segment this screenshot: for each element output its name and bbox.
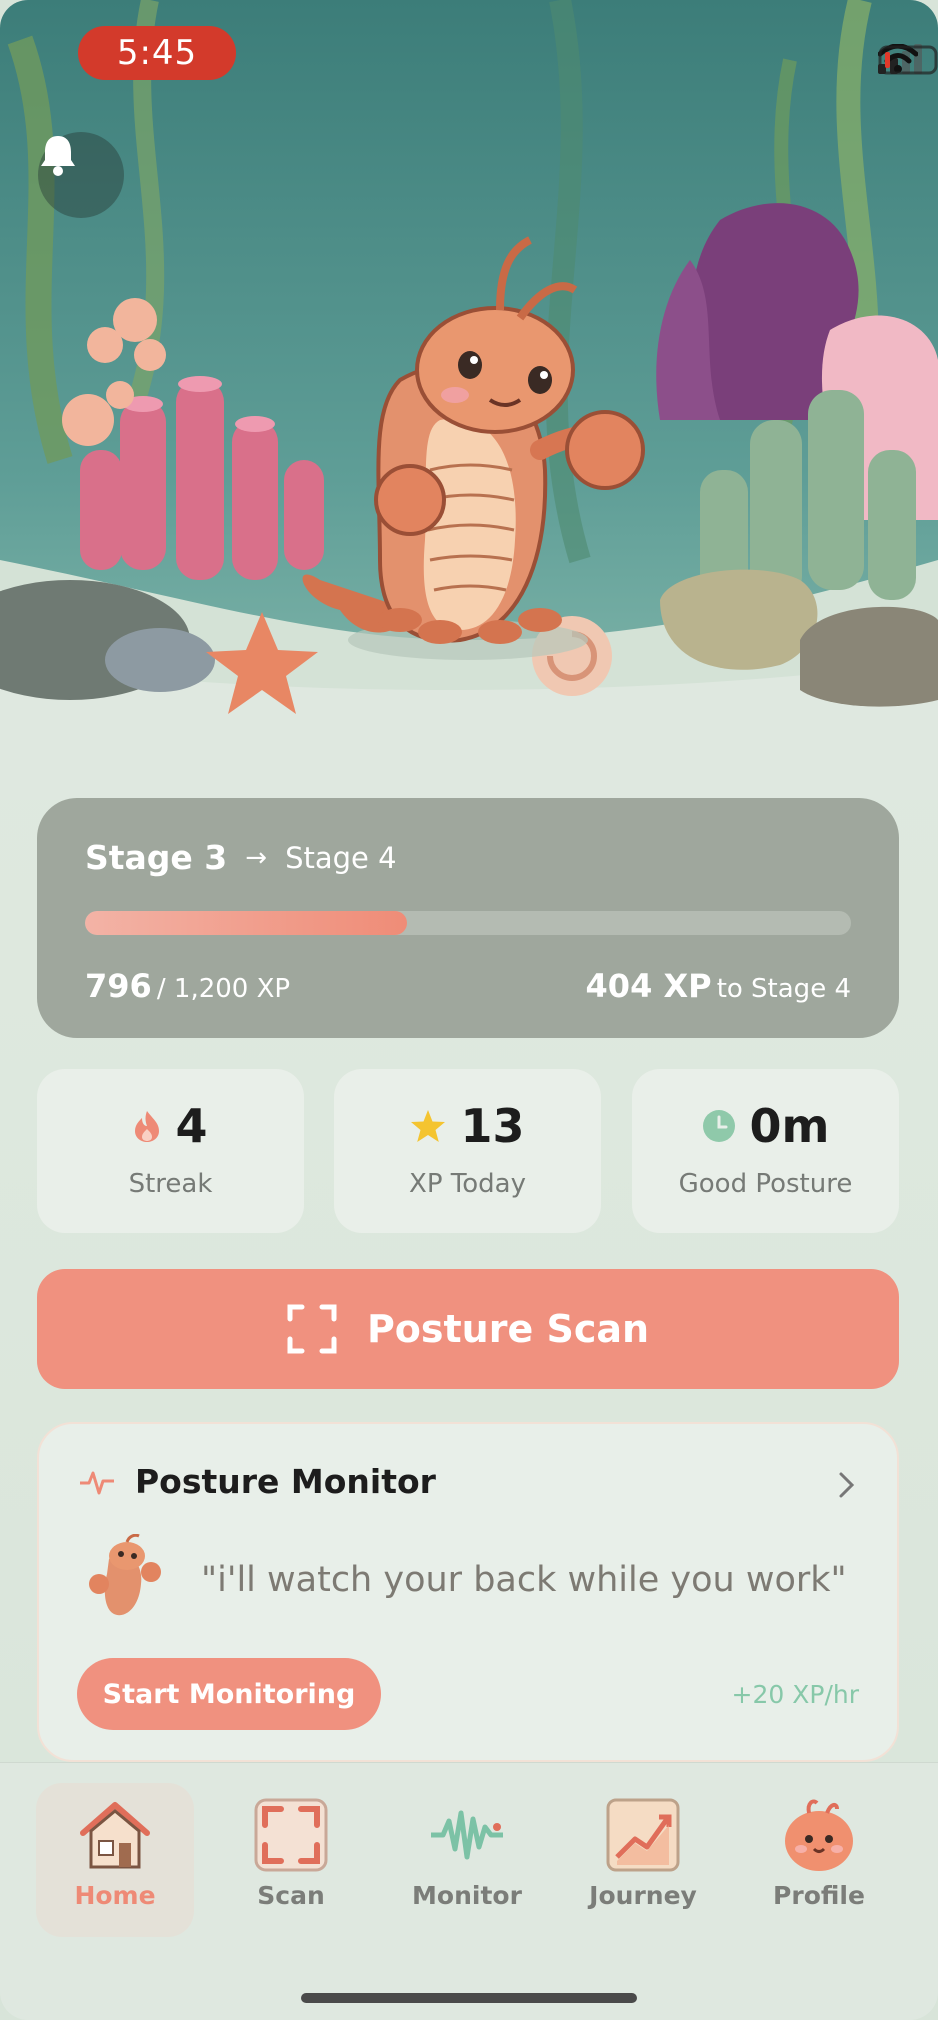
xp-total: / 1,200 XP	[156, 974, 291, 1004]
posture-scan-label: Posture Scan	[366, 1307, 650, 1351]
hero-illustration: 5:45	[0, 0, 938, 800]
chevron-right-icon[interactable]	[837, 1470, 857, 1500]
stat-xp-today: 13 XP Today	[334, 1069, 601, 1233]
tab-journey-label: Journey	[589, 1881, 697, 1910]
start-monitoring-button[interactable]: Start Monitoring	[77, 1658, 381, 1730]
tab-journey[interactable]: Journey	[564, 1783, 722, 1937]
xp-progress-fill	[85, 911, 407, 935]
next-stage: Stage 4	[285, 840, 397, 875]
stage-progress-card: Stage 3 → Stage 4 796 / 1,200 XP 404 XP …	[37, 798, 899, 1038]
heartbeat-icon	[80, 1471, 114, 1494]
shrimp-avatar-icon	[89, 1534, 161, 1616]
xp-today-value: 13	[460, 1099, 525, 1153]
tab-monitor-label: Monitor	[412, 1881, 522, 1910]
house-icon	[80, 1802, 150, 1869]
scan-icon	[254, 1798, 328, 1872]
bottom-tab-bar: Home Scan Monitor Journey Profile	[0, 1762, 938, 2020]
notifications-button[interactable]	[38, 132, 124, 218]
status-time: 5:45	[78, 26, 236, 80]
tab-home-label: Home	[74, 1881, 156, 1910]
monitor-xp-rate: +20 XP/hr	[731, 1680, 859, 1709]
chart-up-icon	[606, 1798, 680, 1872]
home-indicator	[301, 1993, 637, 2003]
waveform-icon	[431, 1810, 503, 1860]
monitor-title: Posture Monitor	[135, 1462, 436, 1501]
monitor-quote: "i'll watch your back while you work"	[201, 1560, 847, 1600]
underwater-scene	[0, 0, 938, 800]
star-icon	[411, 1110, 446, 1142]
arrow-right-icon: →	[245, 842, 268, 873]
good-posture-value: 0m	[749, 1099, 830, 1153]
bell-icon	[41, 136, 75, 176]
stat-good-posture: 0m Good Posture	[632, 1069, 899, 1233]
current-stage: Stage 3	[85, 838, 228, 877]
battery-icon	[878, 45, 938, 75]
flame-icon	[135, 1111, 160, 1142]
xp-progress-bar	[85, 911, 851, 935]
clock-icon	[702, 1110, 735, 1142]
tab-scan-label: Scan	[257, 1881, 325, 1910]
scan-frame-icon	[287, 1304, 337, 1354]
shrimp-face-icon	[785, 1799, 853, 1871]
app-screen: 5:45 Stage 3 → Stage 4 796 / 1,200 XP 40…	[0, 0, 938, 2020]
tab-profile-label: Profile	[773, 1881, 865, 1910]
tab-profile[interactable]: Profile	[740, 1783, 898, 1937]
xp-today-label: XP Today	[409, 1169, 526, 1199]
posture-scan-button[interactable]: Posture Scan	[37, 1269, 899, 1389]
stat-streak: 4 Streak	[37, 1069, 304, 1233]
good-posture-label: Good Posture	[678, 1169, 853, 1199]
xp-current: 796	[85, 967, 152, 1005]
tab-monitor[interactable]: Monitor	[388, 1783, 546, 1937]
streak-label: Streak	[128, 1169, 213, 1199]
xp-remaining: 404 XP	[585, 967, 712, 1005]
tab-scan[interactable]: Scan	[212, 1783, 370, 1937]
posture-monitor-card[interactable]: Posture Monitor "i'll watch your back wh…	[37, 1422, 899, 1762]
tab-home[interactable]: Home	[36, 1783, 194, 1937]
streak-value: 4	[175, 1099, 208, 1153]
xp-remaining-suffix: to Stage 4	[716, 974, 851, 1004]
